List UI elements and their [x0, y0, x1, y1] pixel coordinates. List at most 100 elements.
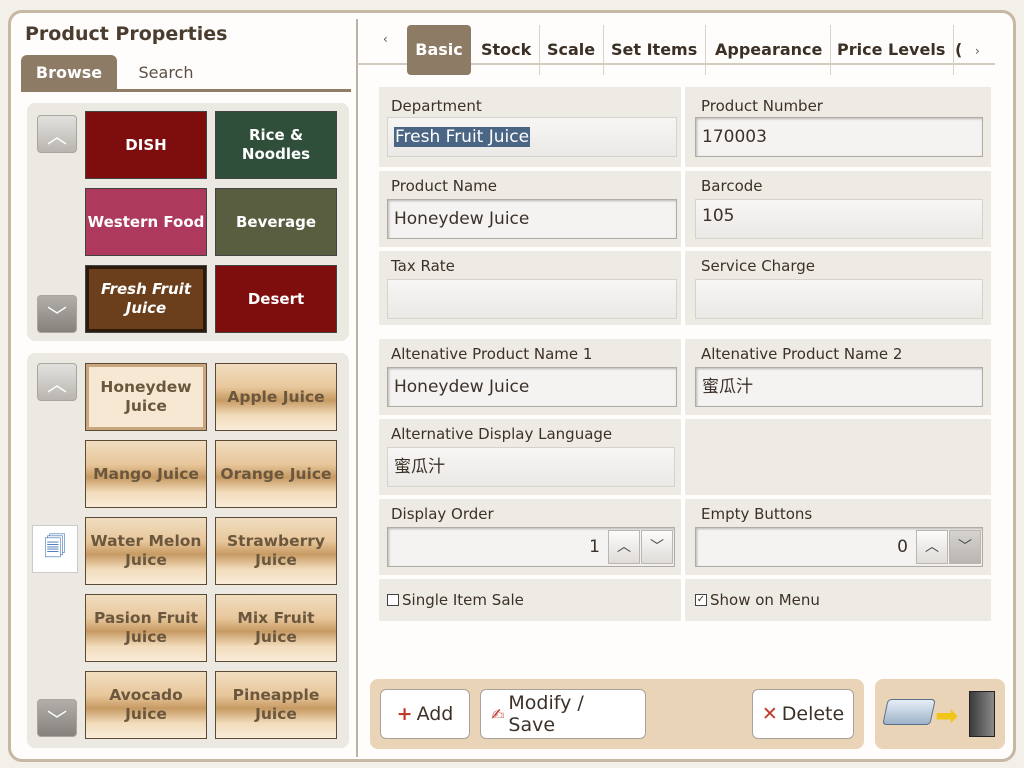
chevron-down-icon: ﹀ — [47, 707, 67, 732]
edit-pencil-icon: ✍ — [491, 704, 505, 724]
product-number-field[interactable]: 170003 — [695, 117, 983, 157]
alt-display-language-field[interactable]: 蜜瓜汁 — [387, 447, 675, 487]
product-mango-juice[interactable]: Mango Juice — [85, 440, 207, 508]
display-order-label: Display Order — [391, 505, 494, 523]
category-scroll-down-button[interactable]: ﹀ — [37, 295, 77, 333]
property-tabs: ‹ Basic Stock Scale Set Items Appearance… — [357, 13, 995, 75]
department-field[interactable]: Fresh Fruit Juice — [387, 117, 677, 157]
category-desert[interactable]: Desert — [215, 265, 337, 333]
display-order-stepper[interactable]: 1 ︿ ﹀ — [387, 527, 675, 567]
x-icon: ✕ — [761, 703, 778, 725]
copy-document-button[interactable]: 🗐 — [32, 525, 78, 573]
door-exit-icon — [969, 691, 995, 737]
chevron-down-icon: ﹀ — [47, 303, 67, 328]
single-item-sale-checkbox[interactable]: Single Item Sale — [387, 591, 524, 609]
chevron-up-icon: ︿ — [47, 123, 67, 148]
modify-save-button[interactable]: ✍ Modify / Save — [480, 689, 646, 739]
alt-name-2-field[interactable]: 蜜瓜汁 — [695, 367, 983, 407]
modify-save-button-label: Modify / Save — [508, 692, 584, 736]
chevron-up-icon: ︿ — [617, 539, 631, 555]
checkbox-unchecked-icon — [387, 594, 399, 606]
product-avocado-juice[interactable]: Avocado Juice — [85, 671, 207, 739]
category-dish[interactable]: DISH — [85, 111, 207, 179]
tax-rate-field[interactable] — [387, 279, 677, 319]
category-fresh-fruit-juice[interactable]: Fresh Fruit Juice — [85, 265, 207, 333]
row-department: Department Fresh Fruit Juice Product Num… — [379, 87, 991, 167]
display-order-value: 1 — [589, 537, 600, 557]
panel-divider — [356, 19, 358, 757]
department-label: Department — [391, 97, 482, 115]
product-scroll-up-button[interactable]: ︿ — [37, 363, 77, 401]
product-number-label: Product Number — [701, 97, 823, 115]
empty-buttons-stepper[interactable]: 0 ︿ ﹀ — [695, 527, 983, 567]
show-on-menu-label: Show on Menu — [710, 591, 820, 609]
product-pasion-fruit-juice[interactable]: Pasion Fruit Juice — [85, 594, 207, 662]
tab-basic[interactable]: Basic — [407, 25, 471, 75]
product-strawberry-juice[interactable]: Strawberry Juice — [215, 517, 337, 585]
display-order-increment-button[interactable]: ︿ — [608, 530, 640, 564]
checkbox-checked-icon: ✓ — [695, 594, 707, 606]
row-alt-language: Alternative Display Language 蜜瓜汁 — [379, 419, 991, 495]
barcode-field[interactable]: 105 — [695, 199, 983, 239]
alt-display-language-label: Alternative Display Language — [391, 425, 613, 443]
category-western-food[interactable]: Western Food — [85, 188, 207, 256]
barcode-label: Barcode — [701, 177, 763, 195]
category-beverage[interactable]: Beverage — [215, 188, 337, 256]
service-charge-field[interactable] — [695, 279, 983, 319]
action-bar: + Add ✍ Modify / Save ✕ Delete — [370, 679, 864, 749]
empty-buttons-decrement-button[interactable]: ﹀ — [949, 530, 981, 564]
row-checkboxes: Single Item Sale ✓ Show on Menu — [379, 579, 991, 621]
tab-appearance[interactable]: Appearance — [707, 25, 832, 75]
category-grid: ︿ ﹀ DISH Rice & Noodles Western Food Bev… — [27, 103, 349, 341]
product-honeydew-juice[interactable]: Honeydew Juice — [85, 363, 207, 431]
product-name-field[interactable]: Honeydew Juice — [387, 199, 677, 239]
product-pineapple-juice[interactable]: Pineapple Juice — [215, 671, 337, 739]
tab-stock[interactable]: Stock — [473, 25, 541, 75]
tab-more[interactable]: ( — [951, 25, 966, 75]
product-water-melon-juice[interactable]: Water Melon Juice — [85, 517, 207, 585]
tab-search[interactable]: Search — [121, 55, 211, 90]
tab-browse[interactable]: Browse — [21, 55, 117, 90]
product-mix-fruit-juice[interactable]: Mix Fruit Juice — [215, 594, 337, 662]
tab-scale[interactable]: Scale — [539, 25, 605, 75]
category-rice-noodles[interactable]: Rice & Noodles — [215, 111, 337, 179]
product-name-label: Product Name — [391, 177, 497, 195]
row-order: Display Order 1 ︿ ﹀ Empty Buttons 0 ︿ ﹀ — [379, 499, 991, 575]
product-scroll-down-button[interactable]: ﹀ — [37, 699, 77, 737]
chevron-up-icon: ︿ — [925, 539, 939, 555]
chevron-down-icon: ﹀ — [958, 539, 972, 555]
department-value: Fresh Fruit Juice — [394, 127, 531, 147]
tab-set-items[interactable]: Set Items — [603, 25, 707, 75]
add-button-label: Add — [416, 703, 454, 725]
category-scroll-up-button[interactable]: ︿ — [37, 115, 77, 153]
empty-buttons-increment-button[interactable]: ︿ — [916, 530, 948, 564]
product-apple-juice[interactable]: Apple Juice — [215, 363, 337, 431]
single-item-sale-label: Single Item Sale — [402, 591, 524, 609]
alt-name-2-label: Altenative Product Name 2 — [701, 345, 903, 363]
chevron-up-icon: ︿ — [47, 371, 67, 396]
tax-rate-label: Tax Rate — [391, 257, 455, 275]
empty-buttons-label: Empty Buttons — [701, 505, 813, 523]
row-product-name: Product Name Honeydew Juice Barcode 105 — [379, 171, 991, 247]
panel-title: Product Properties — [25, 23, 228, 45]
delete-button-label: Delete — [781, 703, 845, 725]
app-window: Product Properties Browse Search ︿ ﹀ DIS… — [8, 10, 1016, 762]
add-button[interactable]: + Add — [380, 689, 470, 739]
alt-name-1-field[interactable]: Honeydew Juice — [387, 367, 677, 407]
service-charge-label: Service Charge — [701, 257, 816, 275]
empty-buttons-value: 0 — [897, 537, 908, 557]
display-order-decrement-button[interactable]: ﹀ — [641, 530, 673, 564]
tab-price-levels[interactable]: Price Levels — [829, 25, 955, 75]
plus-icon: + — [396, 703, 413, 725]
tab-scroll-right-button[interactable]: › — [975, 25, 980, 75]
document-copy-icon: 🗐 — [44, 535, 66, 560]
delete-button[interactable]: ✕ Delete — [752, 689, 854, 739]
show-on-menu-checkbox[interactable]: ✓ Show on Menu — [695, 591, 820, 609]
product-orange-juice[interactable]: Orange Juice — [215, 440, 337, 508]
row-tax: Tax Rate Service Charge — [379, 251, 991, 325]
arrow-right-icon: ➡ — [935, 699, 959, 732]
exit-button[interactable]: ➡ — [875, 679, 1005, 749]
chevron-down-icon: ﹀ — [650, 539, 664, 555]
tab-scroll-left-button[interactable]: ‹ — [383, 13, 388, 63]
keyboard-icon — [882, 699, 936, 725]
